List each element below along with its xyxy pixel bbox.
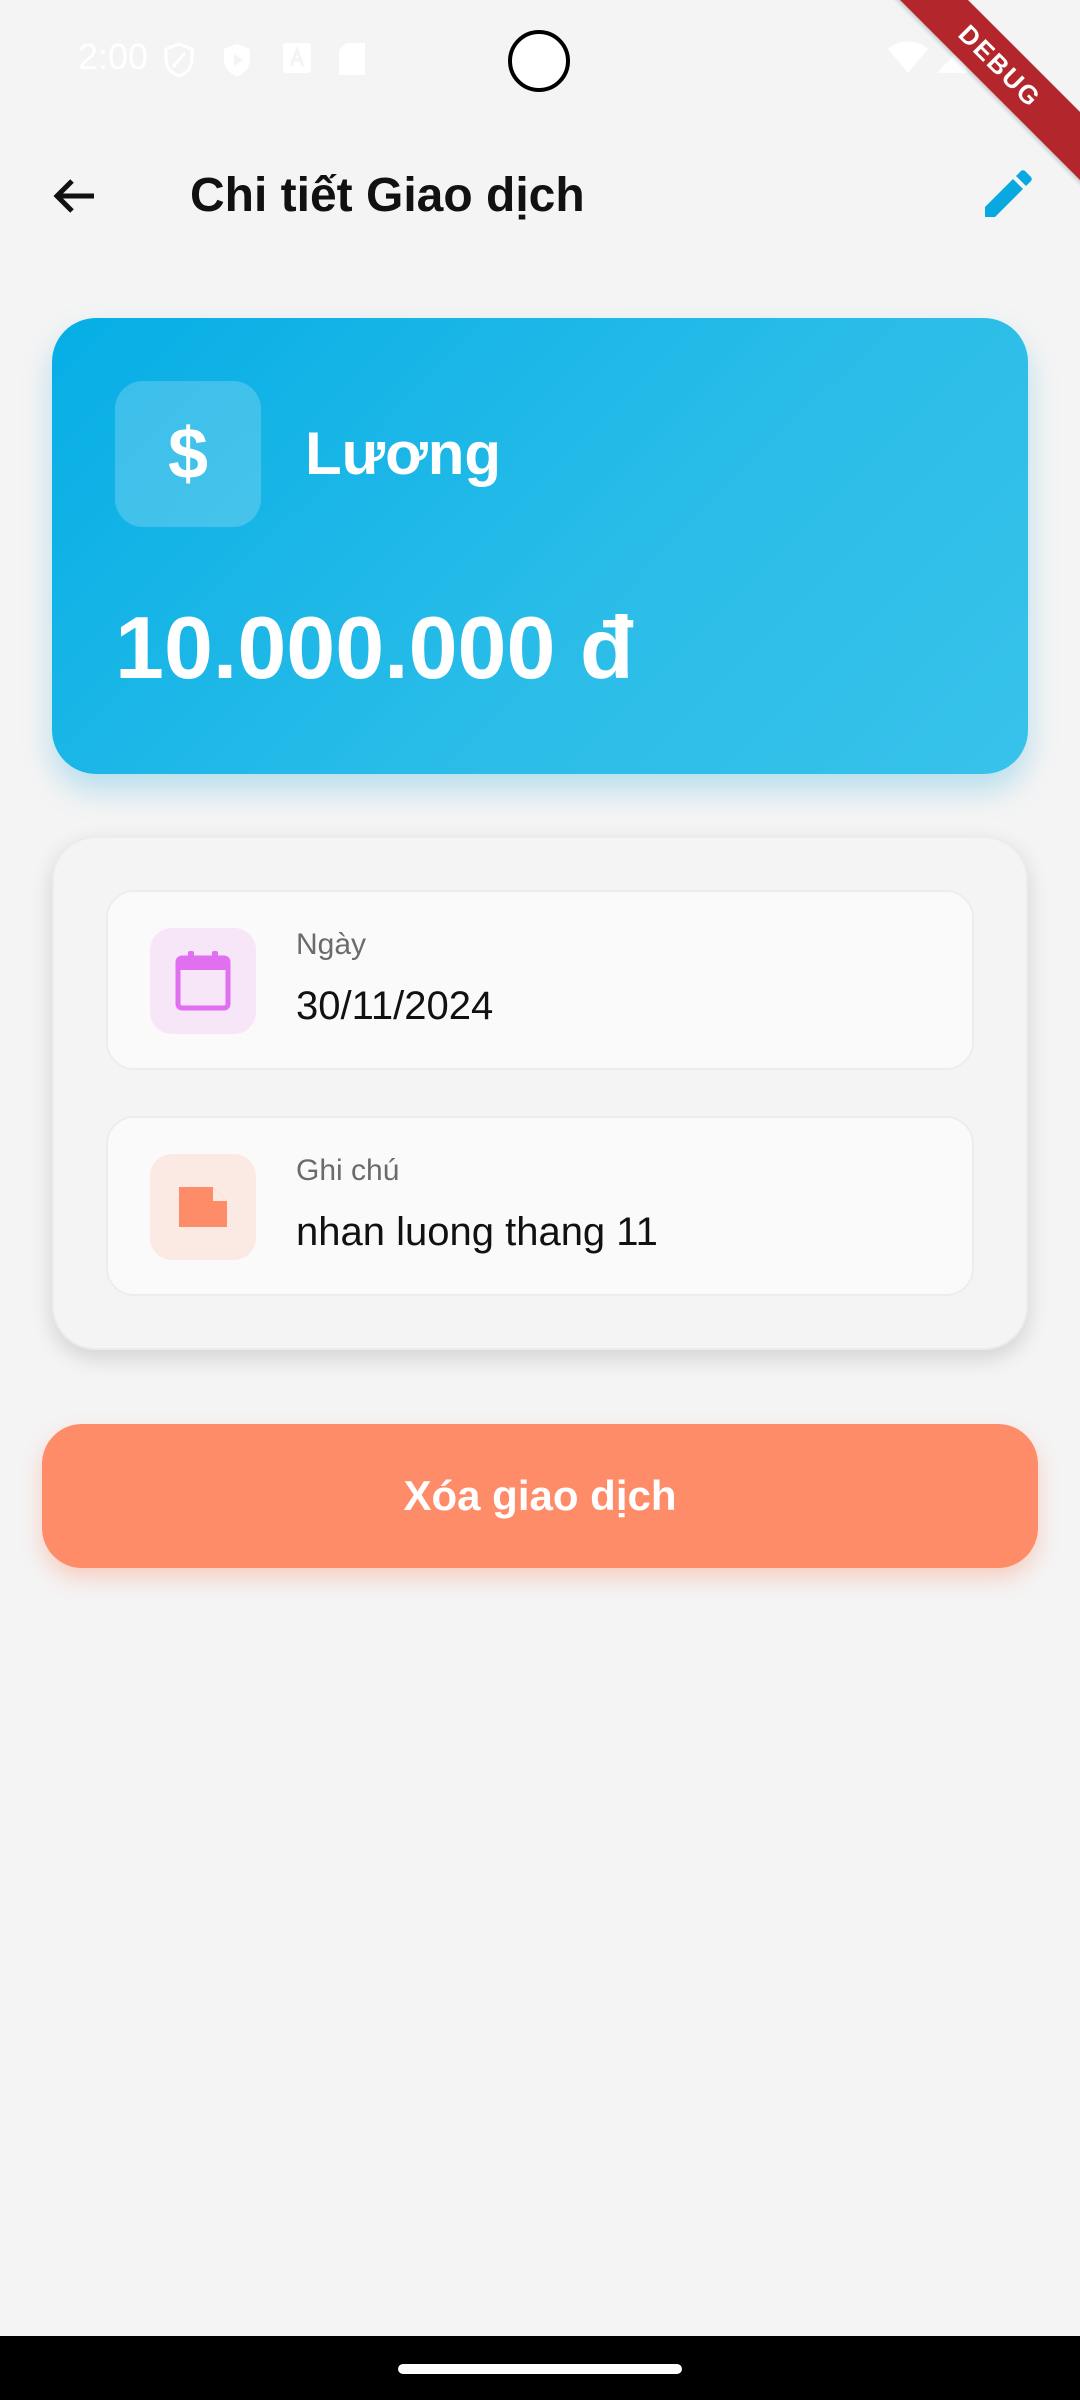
- note-icon: [150, 1154, 256, 1260]
- detail-row-note: Ghi chú nhan luong thang 11: [106, 1116, 974, 1296]
- shield-icon: [164, 42, 194, 83]
- page-title: Chi tiết Giao dịch: [190, 169, 585, 222]
- transaction-summary-card: $ Lương 10.000.000 đ: [52, 318, 1028, 774]
- play-protect-icon: [222, 42, 252, 83]
- note-value: nhan luong thang 11: [296, 1210, 658, 1254]
- back-button[interactable]: [40, 162, 108, 230]
- screen: 2:00 DEBUG Chi tiết Giao dịch $ Lương 10…: [0, 0, 1080, 2400]
- edit-button[interactable]: [972, 162, 1040, 230]
- delete-transaction-button[interactable]: Xóa giao dịch: [42, 1424, 1038, 1568]
- home-indicator[interactable]: [398, 2364, 682, 2374]
- font-icon: [282, 42, 312, 79]
- wifi-icon: [888, 40, 928, 79]
- app-bar: Chi tiết Giao dịch: [0, 140, 1080, 250]
- dollar-icon: $: [115, 381, 261, 527]
- status-bar: 2:00 DEBUG: [0, 0, 1080, 190]
- camera-cutout: [508, 30, 570, 92]
- status-time: 2:00: [78, 36, 149, 77]
- note-label: Ghi chú: [296, 1154, 400, 1187]
- date-label: Ngày: [296, 928, 367, 961]
- date-value: 30/11/2024: [296, 984, 494, 1028]
- transaction-amount: 10.000.000 đ: [115, 598, 634, 697]
- details-card: Ngày 30/11/2024 Ghi chú nhan luong thang…: [52, 836, 1028, 1350]
- detail-row-date: Ngày 30/11/2024: [106, 890, 974, 1070]
- arrow-back-icon: [53, 179, 94, 213]
- sd-card-icon: [338, 42, 366, 81]
- pencil-icon: [985, 170, 1032, 217]
- category-name: Lương: [305, 420, 502, 487]
- calendar-icon: [150, 928, 256, 1034]
